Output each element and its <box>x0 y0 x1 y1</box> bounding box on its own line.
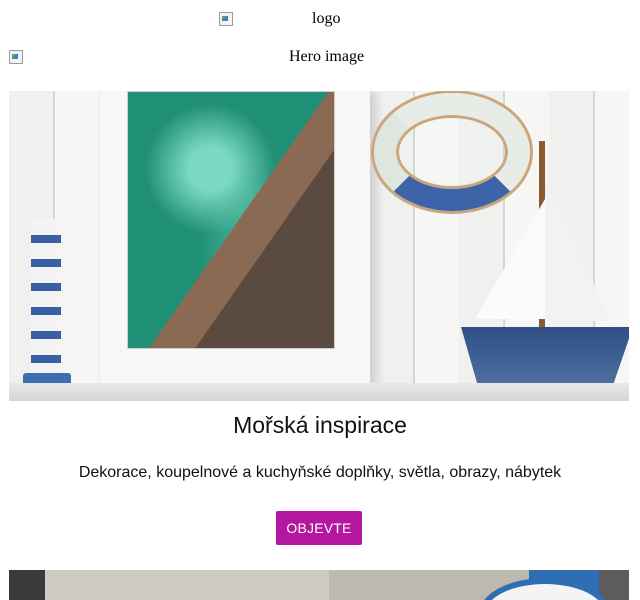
framed-artwork <box>127 91 335 349</box>
life-ring <box>374 93 530 211</box>
boat-jib-sail <box>545 181 611 321</box>
section-title: Mořská inspirace <box>233 412 407 438</box>
broken-image-icon <box>9 50 23 64</box>
logo-row: logo <box>0 10 640 34</box>
lighthouse-figurine <box>31 219 61 389</box>
hero-image-placeholder: Hero image <box>9 48 629 66</box>
hero-photo[interactable] <box>9 91 629 401</box>
hero-alt-text: Hero image <box>289 48 365 65</box>
shelf <box>9 383 629 401</box>
section-subtitle: Dekorace, koupelnové a kuchyňské doplňky… <box>78 464 562 481</box>
boat-sail <box>475 199 545 319</box>
explore-button[interactable]: OBJEVTE <box>276 511 362 545</box>
logo-alt-text: logo <box>312 10 341 27</box>
broken-image-icon <box>219 12 233 26</box>
logo-image[interactable]: logo <box>219 10 424 28</box>
boat-hull <box>461 327 629 387</box>
next-section-photo[interactable] <box>9 570 629 600</box>
